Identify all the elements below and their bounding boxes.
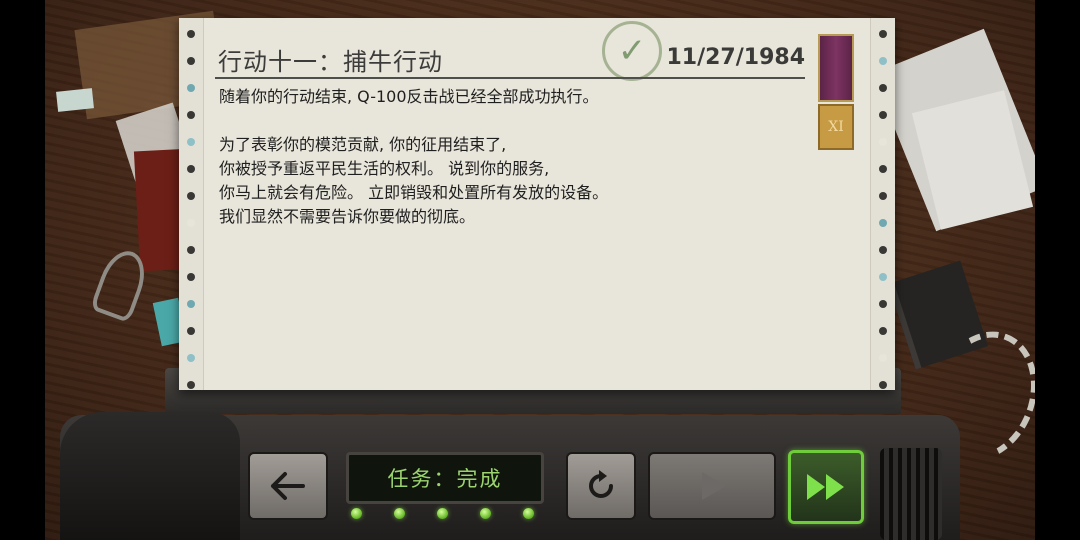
tractor-hole <box>879 381 887 389</box>
medal-ribbon <box>818 34 854 102</box>
tractor-hole <box>879 138 887 146</box>
indicator-led <box>523 508 534 519</box>
indicator-led <box>437 508 448 519</box>
tractor-hole <box>879 327 887 335</box>
tractor-hole <box>879 300 887 308</box>
mission-title: 行动十一：捕牛行动 <box>218 48 443 76</box>
tractor-hole <box>187 138 195 146</box>
tractor-hole <box>187 165 195 173</box>
tractor-hole <box>187 84 195 92</box>
body-line <box>219 109 819 133</box>
body-line: 为了表彰你的模范贡献, 你的征用结束了, <box>219 135 507 154</box>
tractor-hole <box>187 246 195 254</box>
phone-handset <box>60 412 240 540</box>
medal-icon: XI <box>818 104 854 150</box>
indicator-led <box>394 508 405 519</box>
mission-date: 11/27/1984 <box>666 45 805 70</box>
game-screen: ✓ 行动十一：捕牛行动 11/27/1984 随着你的行动结束, Q-100反击… <box>0 0 1080 540</box>
fast-forward-button[interactable] <box>788 450 864 524</box>
tractor-hole <box>187 57 195 65</box>
tractor-hole <box>187 381 195 389</box>
fast-forward-icon <box>807 474 844 500</box>
restart-button[interactable] <box>566 452 636 520</box>
tractor-hole <box>187 219 195 227</box>
body-line: 随着你的行动结束, Q-100反击战已经全部成功执行。 <box>219 87 599 106</box>
body-line: 你被授予重返平民生活的权利。 说到你的服务, <box>219 159 550 178</box>
play-icon <box>702 472 726 500</box>
status-display: 任务：完成 <box>346 452 544 504</box>
mission-body: 随着你的行动结束, Q-100反击战已经全部成功执行。 为了表彰你的模范贡献, … <box>219 85 819 229</box>
tractor-hole <box>879 219 887 227</box>
tractor-hole <box>879 165 887 173</box>
play-button[interactable] <box>648 452 776 520</box>
indicator-led <box>351 508 362 519</box>
title-divider <box>215 77 805 79</box>
tractor-hole <box>187 327 195 335</box>
mission-report-paper: ✓ 行动十一：捕牛行动 11/27/1984 随着你的行动结束, Q-100反击… <box>179 18 895 390</box>
back-button[interactable] <box>248 452 328 520</box>
tractor-hole <box>879 273 887 281</box>
body-line: 我们显然不需要告诉你要做的彻底。 <box>219 207 476 226</box>
tractor-hole <box>879 84 887 92</box>
speaker-grille <box>880 448 942 540</box>
tractor-hole <box>187 300 195 308</box>
tractor-hole <box>187 30 195 38</box>
tractor-hole <box>879 57 887 65</box>
indicator-led <box>480 508 491 519</box>
check-stamp-icon: ✓ <box>602 21 662 81</box>
refresh-icon <box>589 470 613 498</box>
tractor-hole <box>879 111 887 119</box>
tractor-hole <box>879 30 887 38</box>
body-line: 你马上就会有危险。 立即销毁和处置所有发放的设备。 <box>219 183 609 202</box>
tractor-hole <box>879 192 887 200</box>
tractor-hole <box>187 111 195 119</box>
tractor-hole <box>187 273 195 281</box>
tractor-hole <box>187 354 195 362</box>
arrow-left-icon <box>271 472 305 500</box>
tractor-hole <box>187 192 195 200</box>
tractor-hole <box>879 354 887 362</box>
tractor-hole <box>879 246 887 254</box>
small-stamp <box>56 88 94 112</box>
status-text: 任务：完成 <box>387 467 503 491</box>
